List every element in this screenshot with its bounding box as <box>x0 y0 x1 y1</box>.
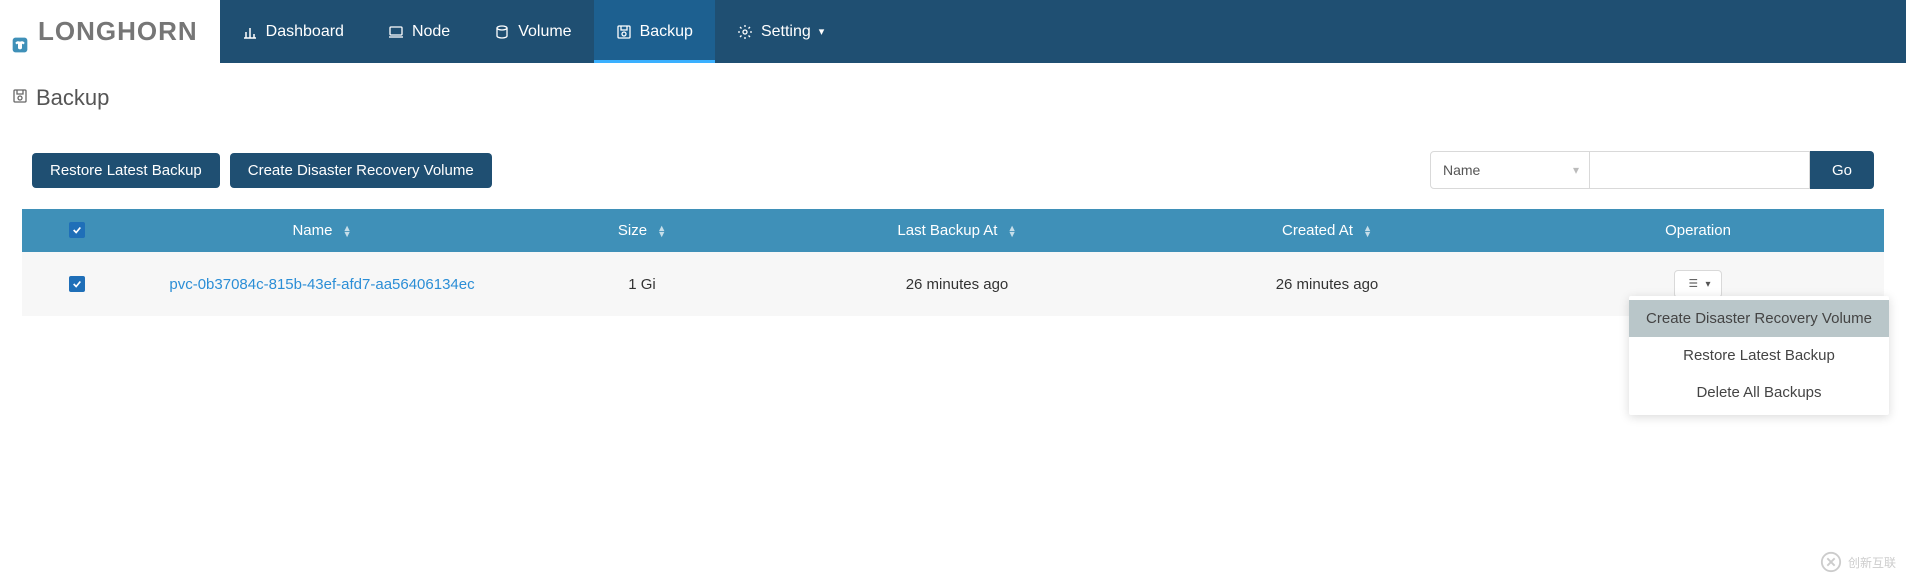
backup-panel: Restore Latest Backup Create Disaster Re… <box>12 131 1894 316</box>
list-icon <box>1685 276 1699 292</box>
nav-node[interactable]: Node <box>366 0 472 63</box>
nav-label: Setting <box>761 23 811 41</box>
col-created-at[interactable]: Created At <box>1282 222 1353 239</box>
watermark-text: 创新互联 <box>1848 554 1896 571</box>
page-title: Backup <box>36 85 109 111</box>
nav-setting[interactable]: Setting ▾ <box>715 0 846 63</box>
menu-restore-latest-backup[interactable]: Restore Latest Backup <box>1629 337 1889 374</box>
nav-label: Backup <box>640 23 693 41</box>
backup-table: Name ▲▼ Size ▲▼ Last Backup At ▲▼ Create… <box>22 209 1884 316</box>
gear-icon <box>737 24 753 40</box>
top-navbar: LONGHORN Dashboard Node Volume Backup Se… <box>0 0 1906 63</box>
disk-icon <box>12 88 28 109</box>
database-icon <box>494 24 510 40</box>
col-size[interactable]: Size <box>618 222 647 239</box>
nav-label: Node <box>412 23 450 41</box>
filter-field-value: Name <box>1443 162 1480 178</box>
bar-chart-icon <box>242 24 258 40</box>
longhorn-logo-icon <box>12 24 28 40</box>
sort-icon[interactable]: ▲▼ <box>657 225 666 237</box>
chevron-down-icon: ▾ <box>1573 163 1579 177</box>
go-button[interactable]: Go <box>1810 151 1874 189</box>
filter-value-input[interactable] <box>1590 151 1810 189</box>
watermark: 创新互联 <box>1820 551 1896 573</box>
row-checkbox[interactable] <box>69 276 85 292</box>
filter-field-select[interactable]: Name ▾ <box>1430 151 1590 189</box>
sort-icon[interactable]: ▲▼ <box>343 225 352 237</box>
sort-icon[interactable]: ▲▼ <box>1008 225 1017 237</box>
laptop-icon <box>388 24 404 40</box>
cell-created-at: 26 minutes ago <box>1276 276 1379 293</box>
menu-create-dr-volume[interactable]: Create Disaster Recovery Volume <box>1629 300 1889 337</box>
nav-label: Dashboard <box>266 23 344 41</box>
create-dr-volume-button[interactable]: Create Disaster Recovery Volume <box>230 153 492 188</box>
restore-latest-backup-button[interactable]: Restore Latest Backup <box>32 153 220 188</box>
table-row: pvc-0b37084c-815b-43ef-afd7-aa56406134ec… <box>22 252 1884 316</box>
page-title-bar: Backup <box>0 63 1906 123</box>
nav-label: Volume <box>518 23 571 41</box>
chevron-down-icon: ▾ <box>819 25 825 38</box>
nav-volume[interactable]: Volume <box>472 0 593 63</box>
disk-icon <box>616 24 632 40</box>
cell-size: 1 Gi <box>628 276 656 293</box>
col-name[interactable]: Name <box>292 222 332 239</box>
operation-dropdown: Create Disaster Recovery Volume Restore … <box>1629 296 1889 415</box>
operation-menu-button[interactable]: ▾ <box>1674 270 1721 298</box>
nav-backup[interactable]: Backup <box>594 0 715 63</box>
chevron-down-icon: ▾ <box>1705 279 1710 290</box>
nav-dashboard[interactable]: Dashboard <box>220 0 366 63</box>
col-last-backup-at[interactable]: Last Backup At <box>897 222 997 239</box>
cell-last-backup-at: 26 minutes ago <box>906 276 1009 293</box>
col-operation: Operation <box>1665 222 1731 239</box>
nav-items: Dashboard Node Volume Backup Setting ▾ <box>220 0 847 63</box>
brand[interactable]: LONGHORN <box>0 0 220 63</box>
menu-delete-all-backups[interactable]: Delete All Backups <box>1629 374 1889 411</box>
toolbar: Restore Latest Backup Create Disaster Re… <box>12 151 1894 209</box>
sort-icon[interactable]: ▲▼ <box>1363 225 1372 237</box>
select-all-checkbox[interactable] <box>69 222 85 238</box>
volume-name-link[interactable]: pvc-0b37084c-815b-43ef-afd7-aa56406134ec <box>169 276 474 293</box>
brand-name: LONGHORN <box>38 16 198 47</box>
